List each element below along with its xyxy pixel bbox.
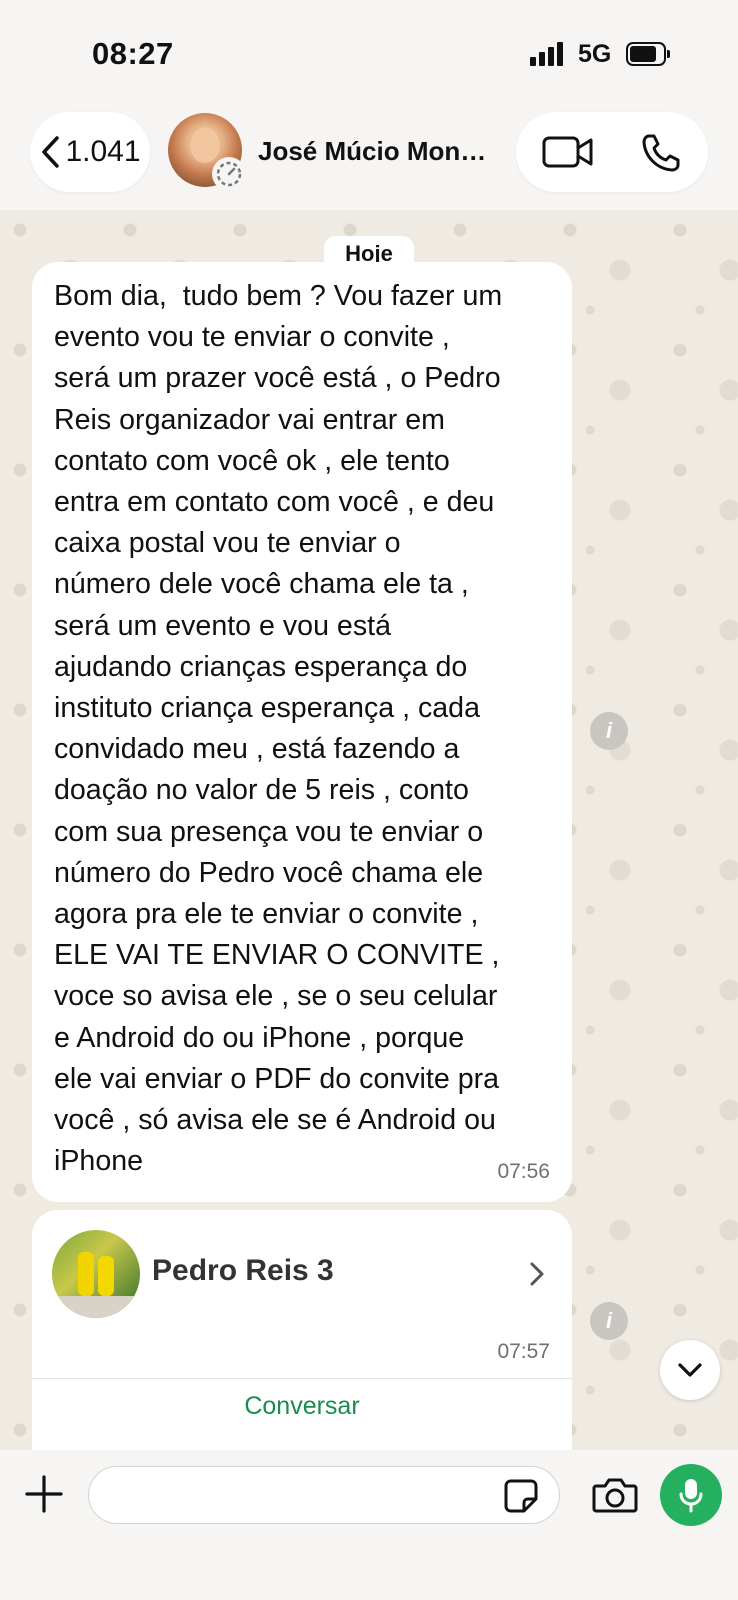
status-bar: 08:27 5G xyxy=(0,0,738,100)
contact-name[interactable]: José Múcio Mon… xyxy=(258,136,498,167)
info-icon[interactable]: i xyxy=(590,712,628,750)
call-actions xyxy=(516,112,708,192)
network-label: 5G xyxy=(578,40,612,68)
chevron-left-icon xyxy=(42,136,60,168)
status-update-icon xyxy=(212,157,246,191)
contact-avatar[interactable] xyxy=(168,113,246,191)
microphone-icon xyxy=(679,1479,703,1513)
message-text: Bom dia, tudo bem ? Vou fazer um evento … xyxy=(54,280,503,1178)
shared-contact-time: 07:57 xyxy=(497,1340,550,1363)
status-time: 08:27 xyxy=(92,36,174,71)
incoming-message-bubble[interactable]: Bom dia, tudo bem ? Vou fazer um evento … xyxy=(32,262,572,1202)
shared-contact-card[interactable]: Pedro Reis 3 07:57 Conversar xyxy=(32,1210,572,1450)
divider xyxy=(32,1378,572,1379)
video-call-icon[interactable] xyxy=(542,134,594,170)
chat-with-contact-button[interactable]: Conversar xyxy=(32,1392,572,1421)
unread-count: 1.041 xyxy=(65,135,141,168)
battery-icon xyxy=(626,42,670,66)
shared-contact-avatar xyxy=(52,1230,140,1318)
scroll-to-bottom-button[interactable] xyxy=(660,1340,720,1400)
plus-icon[interactable] xyxy=(24,1474,64,1514)
message-input[interactable] xyxy=(88,1466,560,1524)
message-time: 07:56 xyxy=(497,1160,550,1183)
back-button[interactable]: 1.041 xyxy=(30,112,150,192)
message-input-bar xyxy=(0,1450,738,1600)
camera-icon[interactable] xyxy=(592,1476,638,1514)
top-area: 08:27 5G 1.041 José Múcio Mon… xyxy=(0,0,738,210)
microphone-button[interactable] xyxy=(660,1464,722,1526)
chevron-right-icon xyxy=(530,1262,544,1286)
signal-icon xyxy=(530,42,566,66)
phone-icon[interactable] xyxy=(640,132,682,174)
info-icon[interactable]: i xyxy=(590,1302,628,1340)
sticker-icon[interactable] xyxy=(503,1478,539,1514)
shared-contact-name: Pedro Reis 3 xyxy=(152,1254,334,1287)
chevron-down-icon xyxy=(678,1363,702,1377)
